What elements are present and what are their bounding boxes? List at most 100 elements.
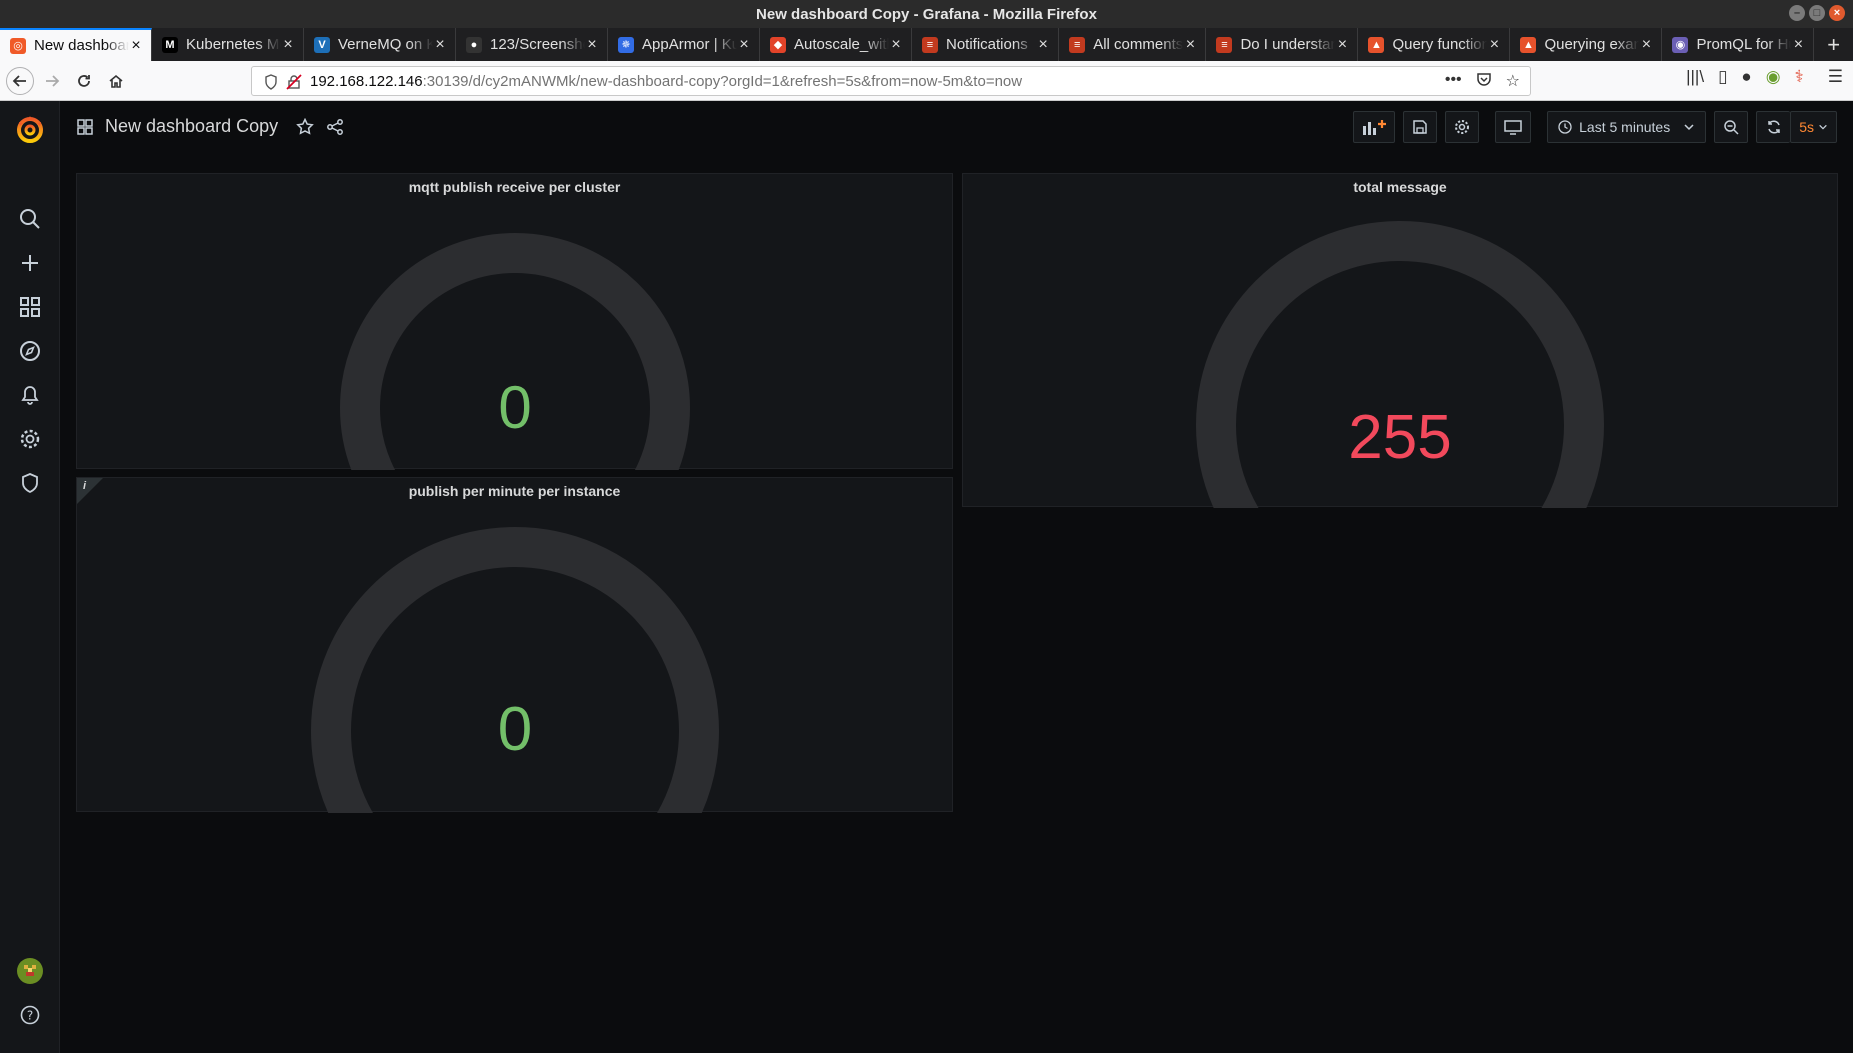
prometheus-icon: ▲ — [1368, 36, 1385, 53]
medium-icon: M — [162, 36, 178, 53]
window-title: New dashboard Copy - Grafana - Mozilla F… — [756, 5, 1097, 23]
gauge-chart: 0 — [340, 233, 690, 470]
github-icon: ● — [466, 36, 482, 53]
refresh-interval-select[interactable]: 5s — [1790, 111, 1837, 143]
close-tab-icon[interactable]: × — [1487, 36, 1501, 54]
dashboards-icon[interactable] — [0, 287, 60, 327]
page-actions-icon[interactable]: ••• — [1445, 71, 1462, 92]
close-window-icon[interactable]: × — [1829, 5, 1845, 21]
browser-tab[interactable]: ▲ Query functions × — [1358, 28, 1511, 61]
home-button[interactable] — [102, 67, 130, 95]
stackoverflow-icon: ≡ — [922, 36, 938, 53]
plus-icon[interactable] — [0, 243, 60, 283]
dashboard-title[interactable]: New dashboard Copy — [105, 116, 278, 137]
user-avatar[interactable] — [0, 951, 60, 991]
time-range-picker[interactable]: Last 5 minutes — [1547, 111, 1707, 143]
chevron-down-icon — [1684, 124, 1694, 131]
save-dashboard-button[interactable] — [1403, 111, 1438, 143]
refresh-button[interactable] — [1756, 111, 1791, 143]
browser-tab[interactable]: ◎ New dashboard Copy× — [0, 28, 152, 61]
browser-tab[interactable]: V VerneMQ on Kubernetes× — [304, 28, 456, 61]
close-tab-icon[interactable]: × — [1639, 36, 1653, 54]
close-tab-icon[interactable]: × — [1791, 36, 1805, 54]
dashboard-header: New dashboard Copy — [77, 116, 344, 137]
browser-tab[interactable]: M Kubernetes Monitoring× — [152, 28, 304, 61]
tab-label: VerneMQ on Kubernetes — [338, 36, 433, 53]
insecure-lock-icon — [286, 74, 302, 90]
explore-compass-icon[interactable] — [0, 331, 60, 371]
close-tab-icon[interactable]: × — [1036, 36, 1050, 54]
arrow-left-icon — [12, 75, 26, 87]
close-tab-icon[interactable]: × — [129, 37, 143, 55]
stackoverflow-icon: ≡ — [1069, 36, 1086, 53]
browser-tab[interactable]: ◆ Autoscale_with_prometheus× — [760, 28, 912, 61]
help-icon[interactable]: ? — [0, 995, 60, 1035]
close-tab-icon[interactable]: × — [889, 36, 903, 54]
browser-tab[interactable]: ◉ PromQL for Humans× — [1662, 28, 1815, 61]
gauge-panel[interactable]: total message 255 — [962, 173, 1838, 508]
browser-tab[interactable]: ● 123/Screenshots× — [456, 28, 608, 61]
arrow-right-icon — [46, 75, 60, 87]
reload-icon — [78, 75, 90, 87]
close-tab-icon[interactable]: × — [737, 36, 751, 54]
search-icon[interactable] — [0, 199, 60, 239]
tab-label: AppArmor | Kubernetes — [642, 36, 737, 53]
url-bar[interactable]: 192.168.122.146:30139/d/cy2mANWMk/new-da… — [251, 66, 1531, 96]
gauge-value: 0 — [498, 374, 531, 441]
gauge-panel[interactable]: i publish per minute per instance 0 — [76, 477, 953, 813]
sidebar-icon[interactable]: ▯ — [1718, 67, 1727, 87]
browser-tab[interactable]: ≡ All comments × — [1059, 28, 1207, 61]
promql-icon: ◉ — [1672, 36, 1689, 53]
close-tab-icon[interactable]: × — [1335, 36, 1349, 54]
browser-tab[interactable]: ≡ Notifications × — [912, 28, 1060, 61]
zoom-out-icon — [1724, 120, 1739, 135]
time-range-label: Last 5 minutes — [1579, 119, 1671, 135]
back-button[interactable] — [6, 67, 34, 95]
configuration-gear-icon[interactable] — [0, 419, 60, 459]
sync-icon — [1767, 120, 1780, 134]
extension-alt-icon[interactable]: ⚕ — [1795, 67, 1804, 87]
shield-icon — [265, 74, 277, 90]
gauge-panel[interactable]: mqtt publish receive per cluster 0 — [76, 173, 953, 470]
zoom-out-button[interactable] — [1714, 111, 1749, 143]
maximize-icon[interactable]: □ — [1809, 5, 1825, 21]
svg-text:?: ? — [27, 1009, 33, 1023]
library-icon[interactable]: |||\ — [1686, 67, 1704, 87]
account-icon[interactable]: ● — [1741, 67, 1751, 87]
grafana-sidemenu: ? — [0, 101, 60, 1053]
reload-button[interactable] — [70, 67, 98, 95]
new-tab-button[interactable]: + — [1814, 28, 1853, 61]
browser-tab[interactable]: ≡ Do I understand× — [1206, 28, 1359, 61]
kubernetes-icon: ✵ — [618, 36, 634, 53]
navigation-toolbar: 192.168.122.146:30139/d/cy2mANWMk/new-da… — [0, 61, 1853, 101]
vernemq-icon: V — [314, 36, 330, 53]
tab-label: Querying examples — [1544, 36, 1639, 53]
pocket-icon[interactable] — [1476, 71, 1492, 92]
browser-tab[interactable]: ✵ AppArmor | Kubernetes× — [608, 28, 760, 61]
dashboard-settings-button[interactable] — [1445, 111, 1480, 143]
tab-label: Query functions — [1392, 36, 1488, 53]
bookmark-star-icon[interactable]: ☆ — [1506, 71, 1520, 92]
gitlab-icon: ◆ — [770, 36, 786, 53]
share-icon[interactable] — [326, 118, 344, 136]
star-icon[interactable] — [296, 117, 314, 136]
alerting-bell-icon[interactable] — [0, 375, 60, 415]
browser-tab[interactable]: ▲ Querying examples× — [1510, 28, 1663, 61]
add-panel-button[interactable] — [1353, 111, 1396, 143]
grafana-logo-icon[interactable] — [0, 109, 60, 149]
server-admin-shield-icon[interactable] — [0, 463, 60, 503]
extension-icon[interactable]: ◉ — [1766, 67, 1781, 87]
close-tab-icon[interactable]: × — [585, 36, 599, 54]
tab-label: Do I understand — [1240, 36, 1336, 53]
tab-label: PromQL for Humans — [1696, 36, 1791, 53]
minimize-icon[interactable]: – — [1789, 5, 1805, 21]
forward-button[interactable] — [38, 67, 66, 95]
monitor-icon — [1504, 120, 1522, 135]
gauge-value: 255 — [1348, 403, 1451, 472]
close-tab-icon[interactable]: × — [1183, 36, 1197, 54]
close-tab-icon[interactable]: × — [433, 36, 447, 54]
cycle-view-mode-button[interactable] — [1495, 111, 1532, 143]
close-tab-icon[interactable]: × — [281, 36, 295, 54]
menu-icon[interactable]: ☰ — [1828, 67, 1843, 87]
tab-strip: ◎New dashboard Copy×MKubernetes Monitori… — [0, 28, 1853, 61]
